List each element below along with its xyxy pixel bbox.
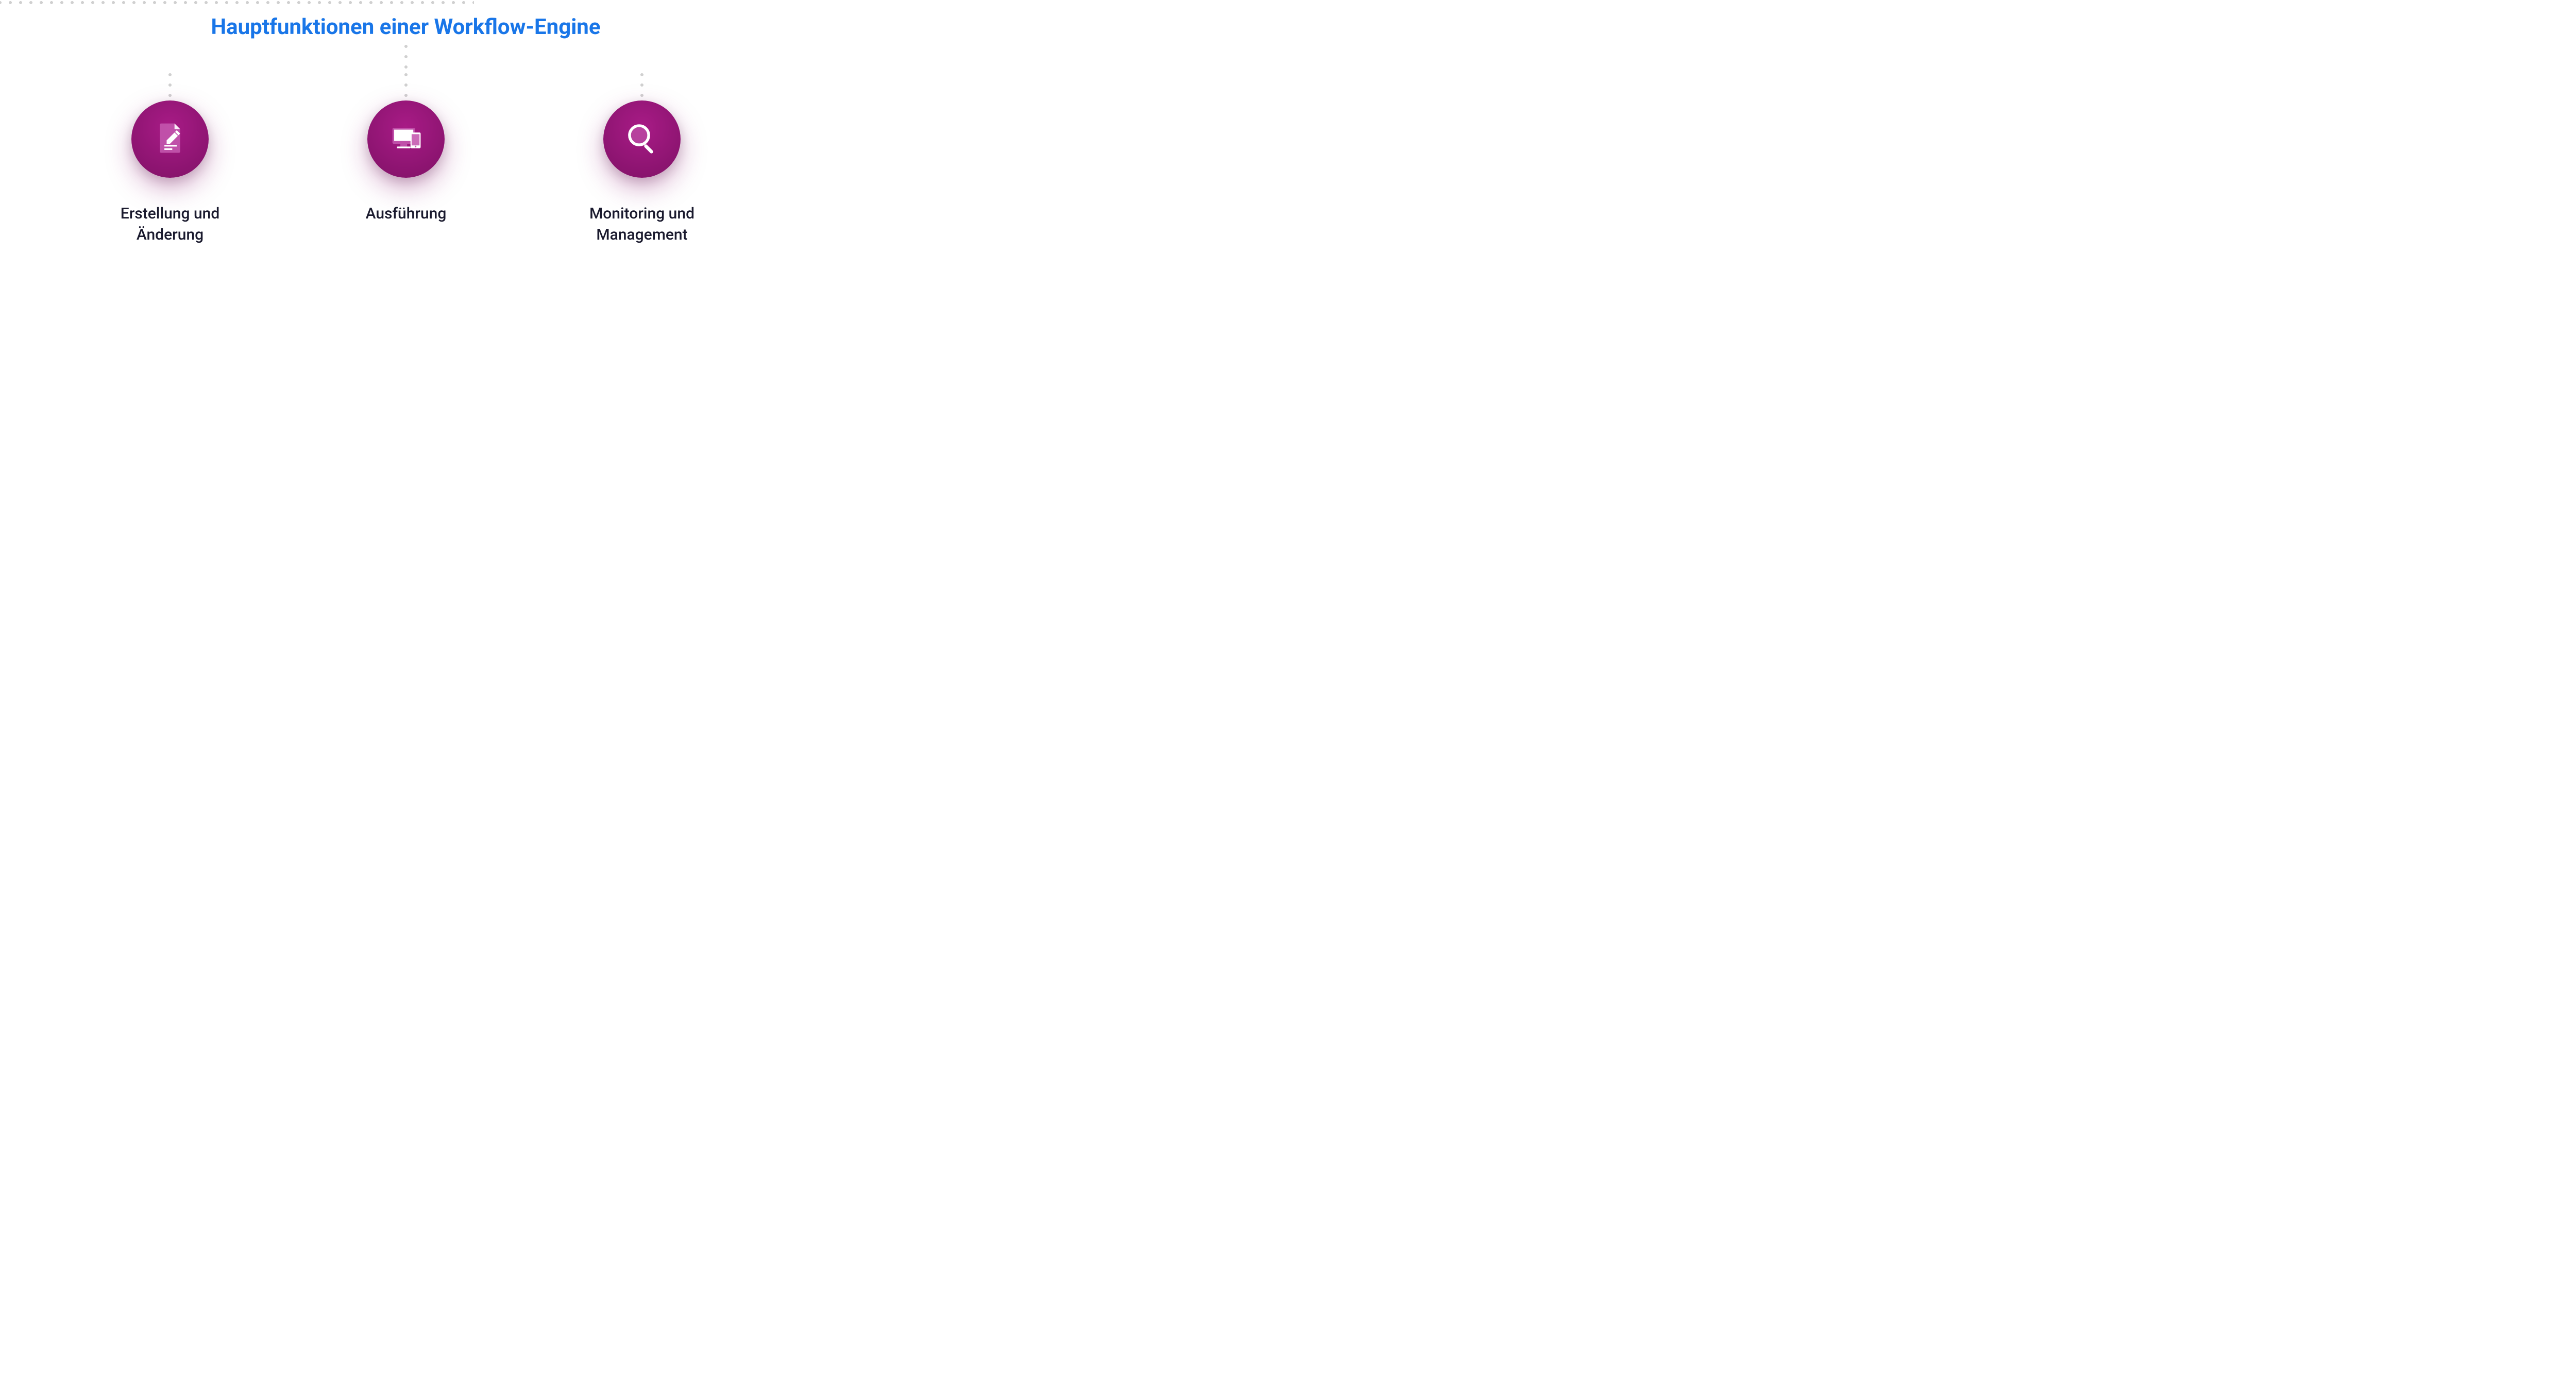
magnifier-icon: [624, 120, 660, 158]
node-circle: [131, 100, 209, 178]
node-monitoring-management: Monitoring und Management: [565, 100, 719, 245]
connector-horizontal: [0, 0, 474, 5]
node-execution: Ausführung: [329, 100, 483, 225]
node-creation-edit: Erstellung und Änderung: [93, 100, 247, 245]
devices-icon: [388, 120, 424, 158]
node-circle: [367, 100, 445, 178]
connector-stem-left: [167, 67, 173, 103]
connector-stem-right: [639, 67, 645, 103]
node-label: Ausführung: [366, 204, 447, 225]
connector-stem-top: [403, 44, 409, 70]
document-edit-icon: [152, 120, 188, 158]
node-label: Monitoring und Management: [565, 204, 719, 245]
diagram-title: Hauptfunktionen einer Workflow-Engine: [0, 14, 811, 40]
connector-stem-middle: [403, 67, 409, 103]
node-label: Erstellung und Änderung: [93, 204, 247, 245]
node-circle: [603, 100, 681, 178]
